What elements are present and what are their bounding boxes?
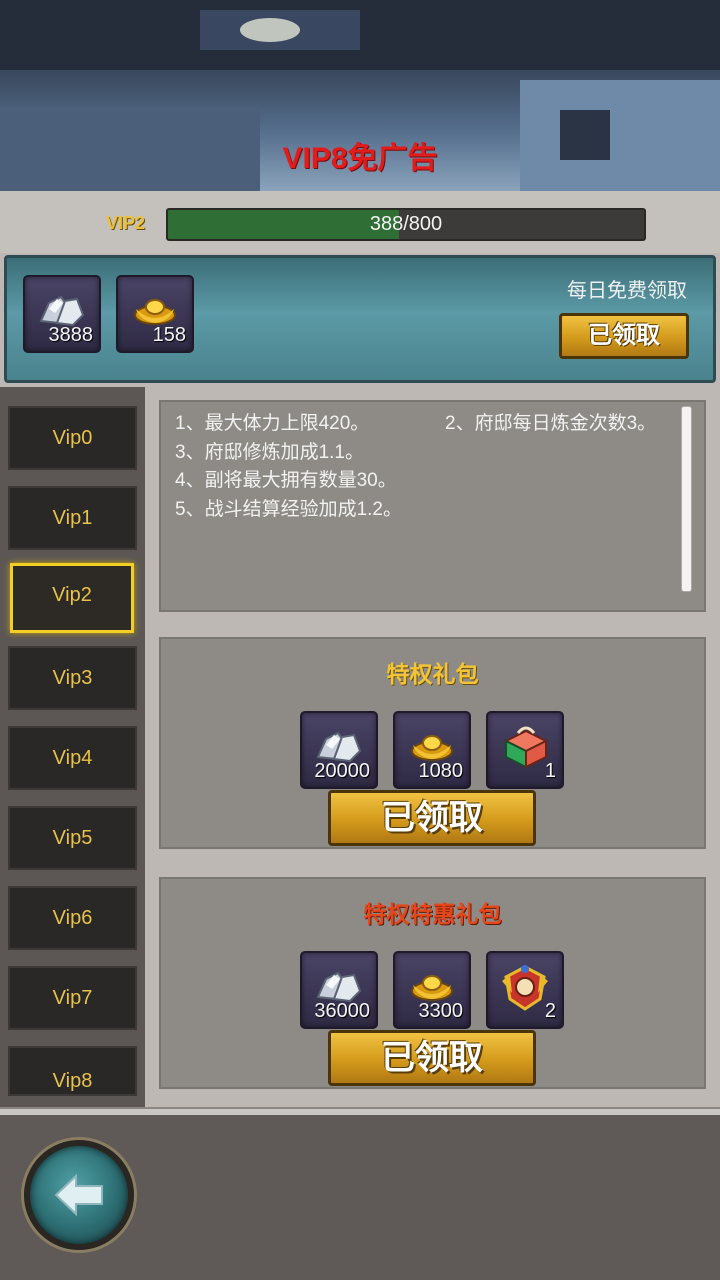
tab-vip1[interactable]: Vip1 [8,486,137,550]
daily-item-gold[interactable]: 158 [116,275,194,353]
tab-vip0[interactable]: Vip0 [8,406,137,470]
description-scrollbar[interactable] [681,406,692,592]
back-button[interactable] [24,1140,134,1250]
tab-vip4[interactable]: Vip4 [8,726,137,790]
banner-title: VIP8免广告 [282,142,438,175]
pack-item-silver[interactable]: 36000 [300,951,378,1029]
vip-level-label: VIP2 [106,213,146,233]
pack-item-gold[interactable]: 3300 [393,951,471,1029]
daily-claimed-button[interactable]: 已领取 [559,313,689,359]
daily-item-silver[interactable]: 3888 [23,275,101,353]
tab-vip7[interactable]: Vip7 [8,966,137,1030]
daily-free-panel: 3888 158 每日免费领取 已领取 [4,255,716,383]
pack-item-qty: 36000 [314,1000,370,1022]
vip-progress-text: 388/800 [369,213,443,235]
pack-item-qty: 20000 [314,760,370,782]
arrow-left-icon [54,1173,103,1217]
pack-item-gold[interactable]: 1080 [393,711,471,789]
pack-item-qty: 2 [544,1000,556,1022]
pack-item-emblem[interactable]: 2 [486,951,564,1029]
privilege-description: 1、最大体力上限420。 2、府邸每日炼金次数3。 3、府邸修炼加成1.1。 4… [159,400,706,612]
tab-vip3[interactable]: Vip3 [8,646,137,710]
description-line: 5、战斗结算经验加成1.2。 [175,499,402,520]
daily-item-qty: 3888 [48,324,94,346]
tab-vip8[interactable]: Vip8 [8,1046,137,1096]
bottom-separator [0,1107,720,1115]
privilege-special-pack: 特权特惠礼包 36000 3300 2 已领取 [159,877,706,1089]
top-banner: VIP8免广告 [0,0,720,191]
vip-tab-sidebar: Vip0 Vip1 Vip2 Vip3 Vip4 Vip5 Vip6 Vip7 … [0,387,145,1107]
description-line: 1、最大体力上限420。 [175,413,370,434]
pack-item-qty: 3300 [418,1000,464,1022]
description-line: 3、府邸修炼加成1.1。 [175,442,364,463]
daily-item-qty: 158 [152,324,186,346]
pack-claimed-button[interactable]: 已领取 [328,1030,536,1086]
tab-vip6[interactable]: Vip6 [8,886,137,950]
pack-item-qty: 1080 [418,760,464,782]
vip-progress-bar: 388/800 [166,208,646,241]
description-line: 4、副将最大拥有数量30。 [175,470,397,491]
pack-claimed-button[interactable]: 已领取 [328,790,536,846]
tab-vip2[interactable]: Vip2 [10,563,134,633]
gift-box-icon [503,726,549,769]
pack-item-qty: 1 [544,760,556,782]
summon-emblem-icon [502,965,548,1011]
pack-title: 特权礼包 [386,661,479,687]
privilege-pack: 特权礼包 20000 1080 1 已领取 [159,637,706,849]
pack-item-gift[interactable]: 1 [486,711,564,789]
pack-item-silver[interactable]: 20000 [300,711,378,789]
tab-vip5[interactable]: Vip5 [8,806,137,870]
pack-title: 特权特惠礼包 [363,901,502,927]
description-line: 2、府邸每日炼金次数3。 [445,413,657,434]
daily-free-label: 每日免费领取 [567,280,687,302]
